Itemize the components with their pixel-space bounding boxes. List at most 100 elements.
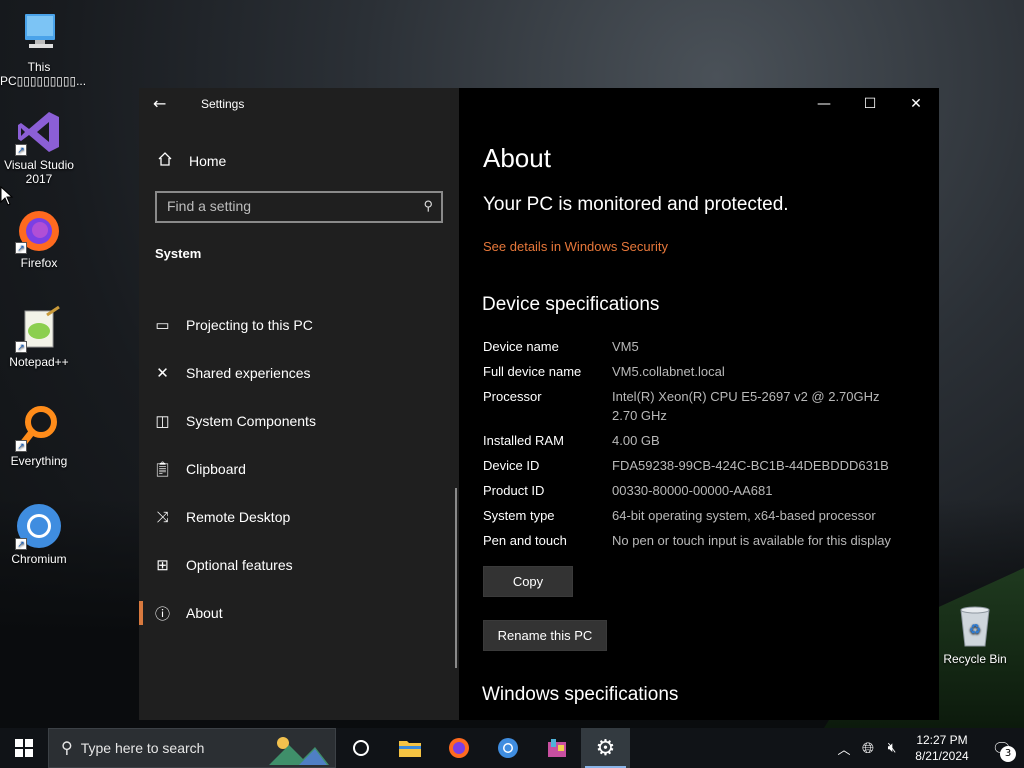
minimize-button[interactable]: —: [801, 88, 847, 120]
shortcut-arrow-icon: ↗: [15, 242, 27, 254]
file-explorer-icon: [398, 741, 421, 757]
app-icon: [547, 739, 566, 757]
task-view-icon: [352, 740, 369, 756]
copy-button[interactable]: Copy: [483, 566, 573, 597]
chromium-icon: [497, 738, 518, 758]
nav-item-system-components[interactable]: ◫ System Components: [139, 397, 459, 445]
taskbar-search-box[interactable]: ⚲ Type here to search: [48, 728, 336, 768]
rename-pc-button[interactable]: Rename this PC: [483, 620, 607, 651]
desktop-icon-everything[interactable]: ↗ Everything: [0, 404, 78, 468]
desktop-icon-firefox[interactable]: ↗ Firefox: [0, 206, 78, 270]
nav-item-label: Remote Desktop: [186, 509, 291, 525]
windows-logo-icon: [15, 739, 33, 757]
spec-value: 00330-80000-00000-AA681: [612, 483, 773, 498]
spec-row: Processor Intel(R) Xeon(R) CPU E5-2697 v…: [483, 387, 933, 425]
desktop-icon-label: Notepad++: [9, 355, 69, 369]
notepadpp-icon: ↗: [15, 305, 63, 353]
volume-muted-icon[interactable]: 🔇︎: [880, 740, 904, 756]
nav-item-label: System Components: [186, 413, 316, 429]
spec-value: No pen or touch input is available for t…: [612, 533, 891, 548]
nav-item-shared-experiences[interactable]: ✕ Shared experiences: [139, 349, 459, 397]
shortcut-arrow-icon: ↗: [15, 538, 27, 550]
spec-key: Full device name: [483, 364, 582, 379]
spec-key: Device name: [483, 339, 559, 354]
spec-value: FDA59238-99CB-424C-BC1B-44DEBDDD631B: [612, 458, 889, 473]
clipboard-icon: 📋︎: [152, 461, 173, 478]
nav-item-label: Optional features: [186, 557, 293, 573]
page-title: About: [483, 143, 551, 173]
close-button[interactable]: ✕: [893, 88, 939, 120]
mouse-cursor-icon: [0, 186, 14, 206]
about-content: — ☐ ✕ About Your PC is monitored and pro…: [459, 88, 939, 720]
nav-item-projecting[interactable]: ▭ Projecting to this PC: [139, 301, 459, 349]
nav-item-label: About: [186, 605, 223, 621]
spec-row: Pen and touch No pen or touch input is a…: [483, 531, 933, 550]
windows-specs-heading: Windows specifications: [482, 684, 679, 705]
nav-item-clipboard[interactable]: 📋︎ Clipboard: [139, 445, 459, 493]
taskbar-file-explorer[interactable]: [385, 728, 434, 768]
spec-row: Installed RAM 4.00 GB: [483, 431, 933, 450]
section-heading: System: [155, 246, 202, 261]
desktop-icon-this-pc[interactable]: This PC▯▯▯▯▯▯▯▯▯...: [0, 10, 86, 88]
spec-value: VM5: [612, 339, 639, 354]
start-button[interactable]: [0, 728, 48, 768]
find-setting-placeholder: Find a setting: [167, 198, 252, 214]
desktop-icon-recycle-bin[interactable]: ♻ Recycle Bin: [936, 602, 1014, 666]
nav-home[interactable]: Home: [157, 151, 226, 170]
desktop-icon-visual-studio[interactable]: ↗ Visual Studio 2017: [0, 108, 78, 186]
gear-icon: ⚙: [595, 735, 616, 761]
back-arrow-icon[interactable]: ←: [153, 94, 166, 113]
nav-item-about[interactable]: ⓘ About: [139, 589, 459, 637]
spec-key: Device ID: [483, 458, 540, 473]
clock[interactable]: 12:27 PM 8/21/2024: [904, 732, 980, 764]
clock-time: 12:27 PM: [916, 733, 968, 747]
taskbar-search-placeholder: Type here to search: [80, 740, 205, 756]
spec-row: Product ID 00330-80000-00000-AA681: [483, 481, 933, 500]
device-specs-heading: Device specifications: [482, 294, 660, 315]
clock-date: 8/21/2024: [915, 749, 969, 763]
chromium-icon: ↗: [15, 502, 63, 550]
spec-key: System type: [483, 508, 555, 523]
remote-desktop-icon: ⤨: [156, 508, 169, 526]
taskbar-settings[interactable]: ⚙: [581, 728, 630, 768]
nav-home-label: Home: [189, 152, 227, 169]
desktop-icon-label: Recycle Bin: [943, 652, 1007, 666]
settings-window: ← Settings Home Find a setting ⚲ System …: [139, 88, 939, 720]
device-specs-table: Device name VM5 Full device name VM5.col…: [483, 337, 933, 556]
desktop-icon-label: Everything: [10, 454, 68, 468]
projector-icon: ▭: [155, 317, 170, 334]
settings-nav-pane: ← Settings Home Find a setting ⚲ System …: [139, 88, 459, 720]
chevron-up-icon[interactable]: ︿: [832, 739, 856, 758]
desktop-icon-label: 2017: [25, 172, 53, 186]
windows-security-link[interactable]: See details in Windows Security: [483, 239, 668, 254]
firefox-icon: ↗: [15, 206, 63, 254]
task-view-button[interactable]: [336, 728, 385, 768]
firefox-icon: [448, 738, 469, 758]
shortcut-arrow-icon: ↗: [15, 144, 27, 156]
action-center-button[interactable]: 🗨︎ 3: [980, 728, 1024, 768]
search-icon[interactable]: ⚲: [423, 198, 433, 214]
everything-icon: ↗: [15, 404, 63, 452]
desktop-icon-notepadpp[interactable]: ↗ Notepad++: [0, 305, 78, 369]
system-tray: ︿ 🌐︎ 🔇︎ 12:27 PM 8/21/2024 🗨︎ 3: [832, 728, 1024, 768]
taskbar-firefox[interactable]: [434, 728, 483, 768]
maximize-button[interactable]: ☐: [847, 88, 893, 120]
spec-row: Full device name VM5.collabnet.local: [483, 362, 933, 381]
nav-scrollbar[interactable]: [455, 488, 457, 668]
spec-value: Intel(R) Xeon(R) CPU E5-2697 v2 @ 2.70GH…: [612, 389, 880, 423]
network-icon[interactable]: 🌐︎: [856, 739, 880, 757]
taskbar: ⚲ Type here to search ⚙ ︿ 🌐︎ 🔇︎ 12:27 PM…: [0, 728, 1024, 768]
taskbar-chromium[interactable]: [483, 728, 532, 768]
spec-key: Product ID: [483, 483, 545, 498]
desktop-icon-label: This: [27, 60, 51, 74]
desktop-icon-chromium[interactable]: ↗ Chromium: [0, 502, 78, 566]
find-setting-input[interactable]: Find a setting ⚲: [155, 191, 443, 223]
nav-item-optional-features[interactable]: ⊞ Optional features: [139, 541, 459, 589]
spec-value: 4.00 GB: [612, 433, 660, 448]
window-title: Settings: [201, 97, 245, 111]
nav-item-remote-desktop[interactable]: ⤨ Remote Desktop: [139, 493, 459, 541]
protection-status: Your PC is monitored and protected.: [483, 194, 789, 215]
spec-value: 64-bit operating system, x64-based proce…: [612, 508, 876, 523]
taskbar-app[interactable]: [532, 728, 581, 768]
spec-key: Processor: [483, 389, 542, 404]
